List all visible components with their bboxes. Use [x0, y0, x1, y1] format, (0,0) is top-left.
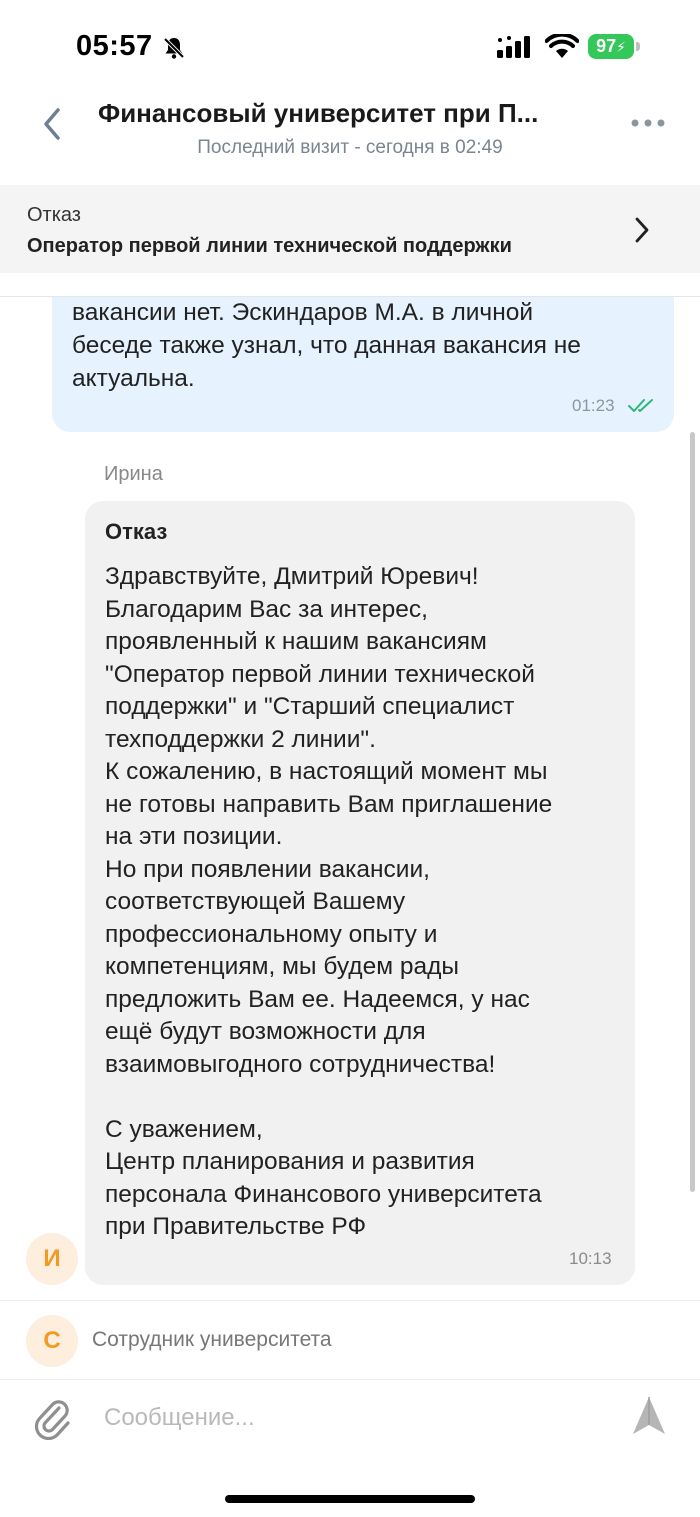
- divider: [0, 1379, 700, 1380]
- scroll-mask: [0, 273, 700, 297]
- wifi-icon: [545, 34, 579, 58]
- incoming-message[interactable]: Отказ Здравствуйте, Дмитрий Юревич! Благ…: [85, 501, 635, 1285]
- header-divider: [0, 296, 700, 297]
- scrollbar[interactable]: [690, 432, 695, 1192]
- chat-screen: 05:57 97⚡ Финансовый университет при П..…: [0, 0, 700, 1517]
- message-subject: Отказ: [105, 519, 168, 544]
- role-avatar: С: [26, 1315, 78, 1367]
- battery-indicator: 97⚡: [588, 34, 634, 59]
- cellular-signal-icon: [497, 36, 530, 58]
- message-text: Здравствуйте, Дмитрий Юревич! Благодарим…: [105, 563, 553, 1240]
- chevron-right-icon: [635, 217, 649, 243]
- home-indicator[interactable]: [225, 1495, 475, 1503]
- sender-role-row[interactable]: С Сотрудник университета: [0, 1301, 700, 1379]
- message-time: 01:23: [572, 396, 615, 415]
- sender-name: Ирина: [104, 463, 163, 485]
- last-seen: Последний визит - сегодня в 02:49: [197, 137, 503, 158]
- more-options-icon[interactable]: [628, 116, 668, 130]
- chat-title: Финансовый университет при П...: [98, 98, 539, 128]
- vacancy-status: Отказ: [27, 204, 81, 226]
- sender-avatar[interactable]: И: [26, 1233, 78, 1285]
- vacancy-banner[interactable]: Отказ Оператор первой линии технической …: [0, 185, 700, 273]
- message-time: 10:13: [569, 1249, 612, 1268]
- status-time: 05:57: [76, 30, 153, 62]
- send-icon[interactable]: [630, 1395, 668, 1437]
- paperclip-icon[interactable]: [32, 1396, 72, 1440]
- vacancy-title: Оператор первой линии технической поддер…: [27, 235, 512, 257]
- message-input[interactable]: [104, 1398, 604, 1438]
- message-text: вакансии нет. Эскиндаров М.А. в личной б…: [72, 299, 581, 392]
- bell-muted-icon: [163, 37, 185, 59]
- role-label: Сотрудник университета: [92, 1328, 332, 1351]
- double-check-icon: [628, 399, 653, 412]
- battery-cap: [636, 42, 640, 51]
